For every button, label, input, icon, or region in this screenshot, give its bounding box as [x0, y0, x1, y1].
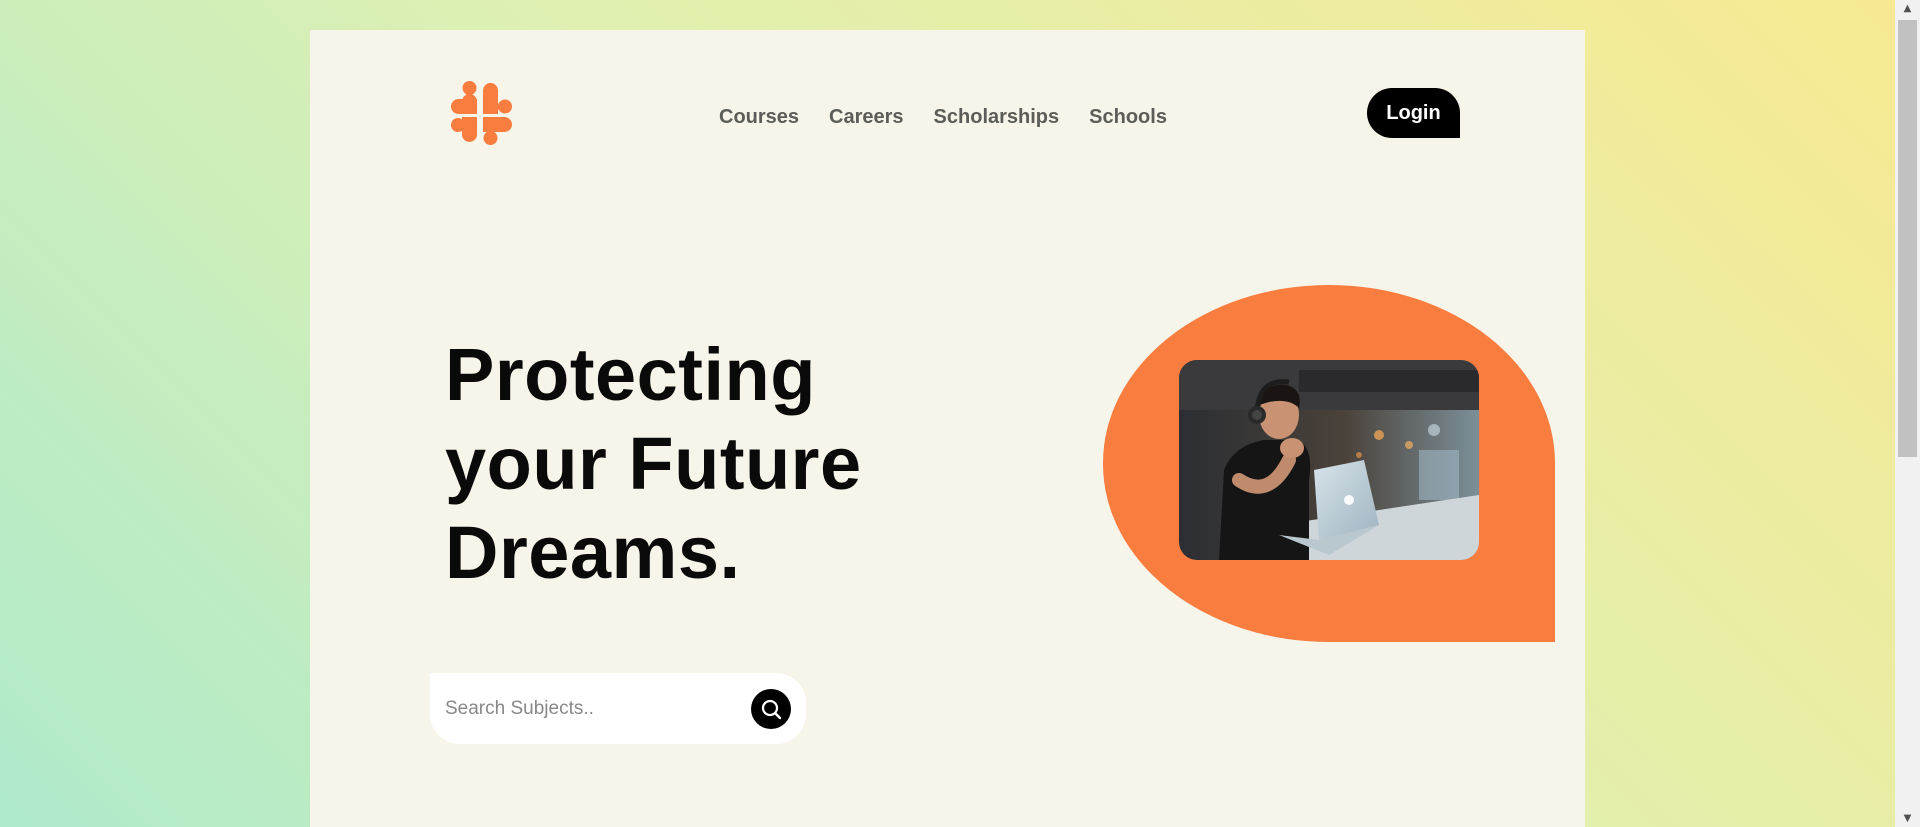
nav-link-scholarships[interactable]: Scholarships — [934, 106, 1060, 129]
scrollbar-thumb[interactable] — [1898, 20, 1917, 457]
page-scrollbar[interactable]: ▲ ▼ — [1895, 0, 1920, 827]
search-box — [430, 673, 806, 744]
hero-title-line-3: Dreams. — [445, 511, 741, 594]
search-icon — [761, 699, 782, 720]
scroll-up-arrow-icon[interactable]: ▲ — [1895, 0, 1920, 17]
nav-link-careers[interactable]: Careers — [829, 106, 904, 129]
hero-title-line-1: Protecting — [445, 333, 816, 416]
search-button[interactable] — [751, 689, 791, 729]
hero-title-line-2: your Future — [445, 422, 862, 505]
nav-link-schools[interactable]: Schools — [1089, 106, 1167, 129]
search-input[interactable] — [445, 673, 735, 744]
scroll-down-arrow-icon[interactable]: ▼ — [1895, 810, 1920, 827]
hero-title: Protecting your Future Dreams. — [445, 330, 1005, 597]
login-button[interactable]: Login — [1367, 88, 1460, 138]
student-laptop-photo — [1179, 360, 1479, 560]
hashtag-logo-icon[interactable] — [444, 75, 520, 151]
main-card: Courses Careers Scholarships Schools Log… — [310, 30, 1585, 827]
main-nav: Courses Careers Scholarships Schools — [719, 102, 1167, 132]
nav-link-courses[interactable]: Courses — [719, 106, 799, 129]
